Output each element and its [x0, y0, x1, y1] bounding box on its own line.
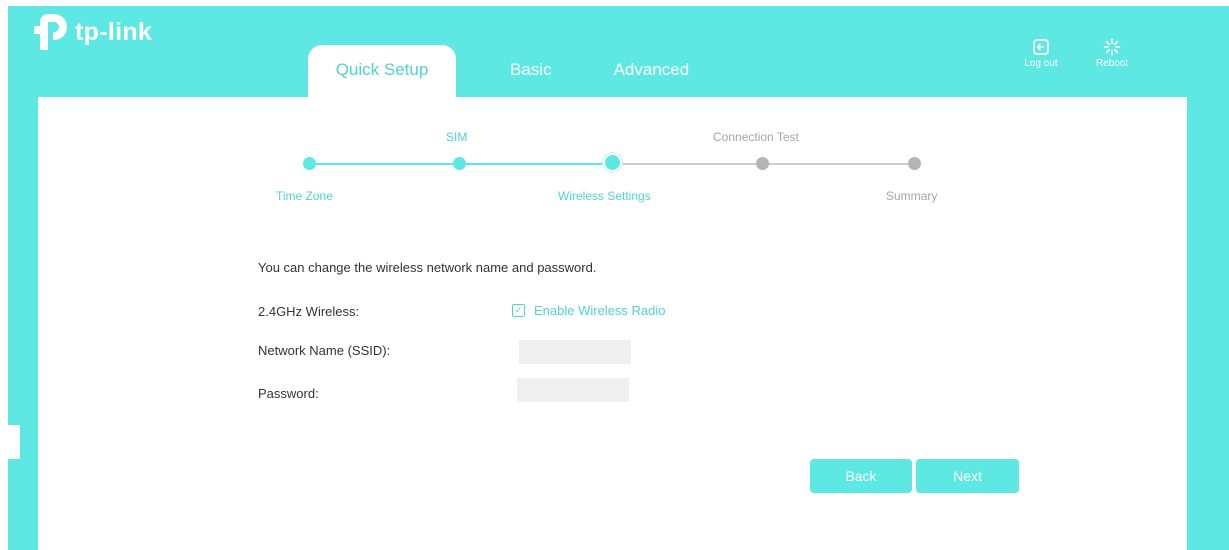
enable-wireless-radio-checkbox[interactable]: ✓ Enable Wireless Radio	[512, 303, 666, 318]
side-handle	[0, 425, 20, 459]
ssid-label: Network Name (SSID):	[258, 343, 391, 358]
tab-basic[interactable]: Basic	[484, 45, 578, 97]
form-intro-text: You can change the wireless network name…	[258, 260, 597, 275]
step-label-summary: Summary	[886, 189, 938, 203]
tp-link-logo[interactable]: tp-link	[34, 12, 152, 52]
logout-label: Log out	[1024, 58, 1058, 69]
quick-setup-panel: Time Zone SIM Wireless Settings Connecti…	[38, 97, 1187, 550]
tab-advanced[interactable]: Advanced	[588, 45, 716, 97]
step-label-sim: SIM	[446, 130, 468, 144]
back-button[interactable]: Back	[810, 459, 912, 493]
checkbox-check-icon: ✓	[512, 304, 525, 317]
ssid-input[interactable]	[519, 340, 631, 364]
step-label-wireless-settings: Wireless Settings	[558, 189, 651, 203]
step-dot-time-zone	[303, 157, 316, 170]
password-input[interactable]	[517, 378, 629, 402]
reboot-button[interactable]: Reboot	[1087, 38, 1137, 69]
enable-wireless-radio-label: Enable Wireless Radio	[534, 303, 666, 318]
reboot-label: Reboot	[1095, 58, 1129, 69]
step-dot-sim	[453, 157, 466, 170]
logout-button[interactable]: Log out	[1016, 38, 1066, 69]
logo-text: tp-link	[75, 17, 153, 46]
step-dot-connection-test	[756, 157, 769, 170]
reboot-icon	[1103, 38, 1121, 56]
main-tabs: Quick Setup Basic Advanced	[308, 45, 715, 97]
step-label-connection-test: Connection Test	[713, 130, 799, 144]
step-dot-wireless-settings	[605, 155, 620, 170]
wireless-label: 2.4GHz Wireless:	[258, 304, 360, 319]
step-dot-summary	[908, 157, 921, 170]
tp-link-logo-icon	[34, 14, 67, 50]
step-label-time-zone: Time Zone	[276, 189, 333, 203]
next-button[interactable]: Next	[916, 459, 1019, 493]
tab-quick-setup[interactable]: Quick Setup	[308, 45, 456, 97]
logout-icon	[1033, 39, 1049, 55]
password-label: Password:	[258, 386, 319, 401]
